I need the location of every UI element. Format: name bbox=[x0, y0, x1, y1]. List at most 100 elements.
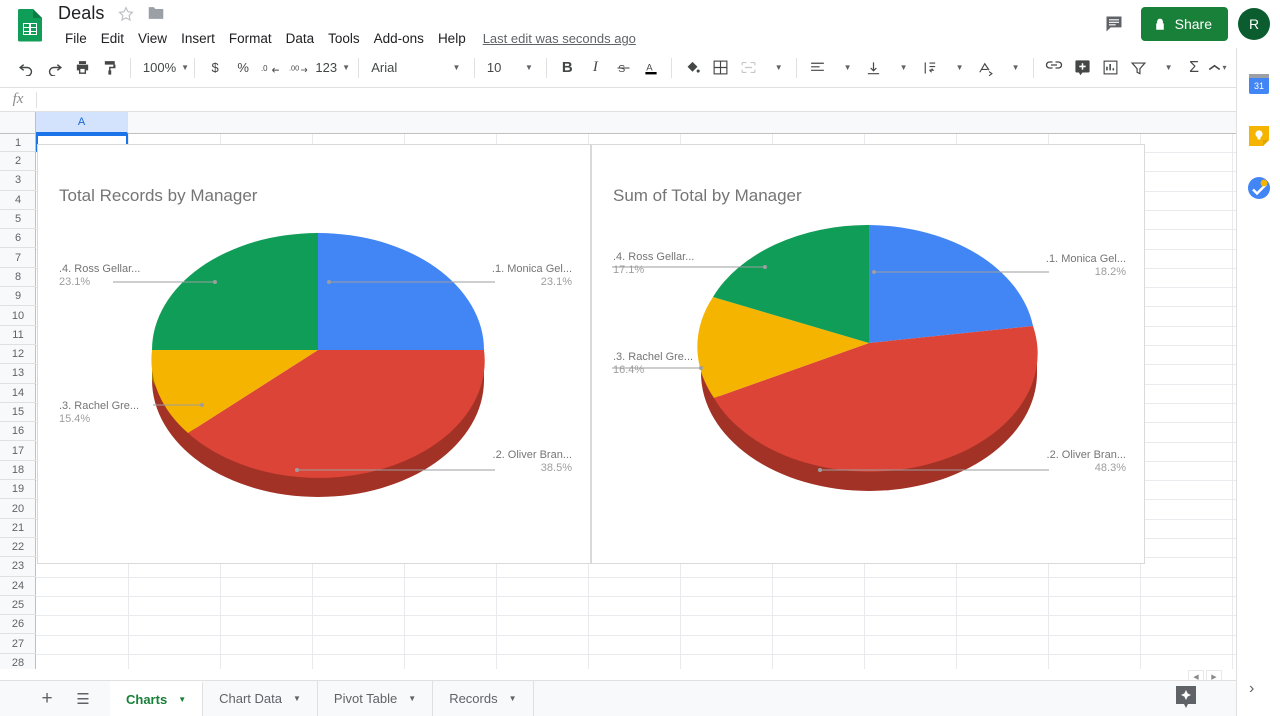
text-color-button[interactable]: A bbox=[637, 54, 665, 82]
valign-dropdown-arrow[interactable]: ▼ bbox=[887, 54, 915, 82]
chevron-down-icon[interactable]: ▼ bbox=[178, 695, 186, 704]
font-size-dropdown-arrow[interactable]: ▼ bbox=[512, 54, 540, 82]
increase-decimal-button[interactable]: .00 bbox=[285, 54, 313, 82]
row-header[interactable]: 13 bbox=[0, 364, 36, 384]
menu-edit[interactable]: Edit bbox=[94, 29, 131, 48]
row-header[interactable]: 5 bbox=[0, 210, 36, 230]
last-edit-status[interactable]: Last edit was seconds ago bbox=[483, 31, 636, 46]
star-icon[interactable] bbox=[117, 5, 135, 23]
redo-button[interactable] bbox=[40, 54, 68, 82]
currency-format-button[interactable]: $ bbox=[201, 54, 229, 82]
page-title[interactable]: Deals bbox=[58, 3, 105, 24]
fill-color-button[interactable] bbox=[678, 54, 706, 82]
sheet-tab-chart-data[interactable]: Chart Data ▼ bbox=[203, 680, 318, 716]
row-header[interactable]: 1 bbox=[0, 134, 36, 152]
font-selector[interactable]: Arial bbox=[365, 54, 440, 82]
strikethrough-button[interactable]: S bbox=[609, 54, 637, 82]
menu-view[interactable]: View bbox=[131, 29, 174, 48]
row-header[interactable]: 26 bbox=[0, 615, 36, 635]
chart-card-total-records[interactable]: Total Records by Manager .1. Monica Gel.… bbox=[37, 144, 591, 564]
row-header[interactable]: 15 bbox=[0, 403, 36, 423]
font-size-input[interactable]: 10 bbox=[481, 54, 513, 82]
row-header[interactable]: 22 bbox=[0, 538, 36, 558]
more-formats-button[interactable]: 123 ▼ bbox=[313, 54, 352, 82]
horizontal-align-button[interactable] bbox=[803, 54, 831, 82]
row-header[interactable]: 23 bbox=[0, 557, 36, 577]
row-header[interactable]: 19 bbox=[0, 480, 36, 500]
row-header[interactable]: 7 bbox=[0, 249, 36, 268]
chart-card-sum-of-total[interactable]: Sum of Total by Manager .1. Monica Gel..… bbox=[591, 144, 1145, 564]
row-header[interactable]: 2 bbox=[0, 152, 36, 172]
halign-dropdown-arrow[interactable]: ▼ bbox=[831, 54, 859, 82]
row-header[interactable]: 17 bbox=[0, 442, 36, 461]
sheet-tab-pivot-table[interactable]: Pivot Table ▼ bbox=[318, 680, 434, 716]
row-header[interactable]: 24 bbox=[0, 577, 36, 596]
italic-button[interactable]: I bbox=[581, 54, 609, 82]
vertical-align-button[interactable] bbox=[859, 54, 887, 82]
row-header[interactable]: 10 bbox=[0, 306, 36, 326]
row-header[interactable]: 18 bbox=[0, 461, 36, 481]
zoom-selector[interactable]: 100% ▼ bbox=[137, 54, 189, 82]
row-header[interactable]: 28 bbox=[0, 654, 36, 669]
move-to-folder-icon[interactable] bbox=[147, 5, 165, 23]
print-button[interactable] bbox=[68, 54, 96, 82]
row-header[interactable]: 14 bbox=[0, 384, 36, 403]
filter-button[interactable] bbox=[1124, 54, 1152, 82]
row-header[interactable]: 25 bbox=[0, 596, 36, 616]
menu-insert[interactable]: Insert bbox=[174, 29, 222, 48]
percent-format-button[interactable]: % bbox=[229, 54, 257, 82]
keep-icon[interactable] bbox=[1247, 124, 1271, 148]
row-header[interactable]: 6 bbox=[0, 229, 36, 249]
tasks-icon[interactable] bbox=[1247, 176, 1271, 200]
row-header[interactable]: 3 bbox=[0, 171, 36, 191]
insert-comment-button[interactable] bbox=[1068, 54, 1096, 82]
row-header[interactable]: 8 bbox=[0, 268, 36, 288]
insert-link-button[interactable] bbox=[1040, 54, 1068, 82]
all-sheets-button[interactable]: ☰ bbox=[66, 682, 100, 716]
row-header[interactable]: 20 bbox=[0, 499, 36, 519]
row-header[interactable]: 11 bbox=[0, 326, 36, 345]
formula-input[interactable] bbox=[37, 88, 1236, 111]
menu-file[interactable]: File bbox=[58, 29, 94, 48]
menu-tools[interactable]: Tools bbox=[321, 29, 367, 48]
font-dropdown-arrow[interactable]: ▼ bbox=[440, 54, 468, 82]
comment-history-icon[interactable] bbox=[1097, 7, 1131, 41]
sheet-tab-records[interactable]: Records ▼ bbox=[433, 680, 534, 716]
add-sheet-button[interactable]: + bbox=[30, 682, 64, 716]
menu-format[interactable]: Format bbox=[222, 29, 279, 48]
undo-button[interactable] bbox=[12, 54, 40, 82]
row-header[interactable]: 21 bbox=[0, 519, 36, 538]
bold-button[interactable]: B bbox=[553, 54, 581, 82]
calendar-icon[interactable]: 31 bbox=[1247, 72, 1271, 96]
row-header[interactable]: 27 bbox=[0, 635, 36, 654]
merge-dropdown-arrow[interactable]: ▼ bbox=[762, 54, 790, 82]
decrease-decimal-button[interactable]: .0 bbox=[257, 54, 285, 82]
row-header[interactable]: 16 bbox=[0, 422, 36, 442]
chevron-down-icon[interactable]: ▼ bbox=[293, 694, 301, 703]
sheet-tab-charts[interactable]: Charts ▼ bbox=[110, 680, 204, 716]
row-header[interactable]: 12 bbox=[0, 345, 36, 365]
wrap-dropdown-arrow[interactable]: ▼ bbox=[943, 54, 971, 82]
text-rotation-button[interactable] bbox=[971, 54, 999, 82]
menu-help[interactable]: Help bbox=[431, 29, 473, 48]
filter-dropdown-arrow[interactable]: ▼ bbox=[1152, 54, 1180, 82]
borders-button[interactable] bbox=[706, 54, 734, 82]
cells-area[interactable]: Total Records by Manager .1. Monica Gel.… bbox=[36, 134, 1236, 669]
row-header[interactable]: 9 bbox=[0, 287, 36, 307]
explore-button[interactable] bbox=[1172, 683, 1200, 711]
menu-data[interactable]: Data bbox=[279, 29, 322, 48]
rotation-dropdown-arrow[interactable]: ▼ bbox=[999, 54, 1027, 82]
share-button[interactable]: Share bbox=[1140, 7, 1228, 41]
chevron-down-icon[interactable]: ▼ bbox=[509, 694, 517, 703]
insert-chart-button[interactable] bbox=[1096, 54, 1124, 82]
avatar[interactable]: R bbox=[1238, 8, 1270, 40]
menu-addons[interactable]: Add-ons bbox=[367, 29, 431, 48]
merge-cells-button[interactable] bbox=[734, 54, 762, 82]
row-header[interactable]: 4 bbox=[0, 191, 36, 210]
chevron-down-icon[interactable]: ▼ bbox=[408, 694, 416, 703]
column-header-a[interactable]: A bbox=[36, 112, 128, 134]
select-all-corner[interactable] bbox=[0, 112, 36, 134]
text-wrapping-button[interactable] bbox=[915, 54, 943, 82]
expand-side-panel-icon[interactable]: › bbox=[1249, 680, 1254, 698]
collapse-toolbar-button[interactable] bbox=[1200, 54, 1228, 82]
